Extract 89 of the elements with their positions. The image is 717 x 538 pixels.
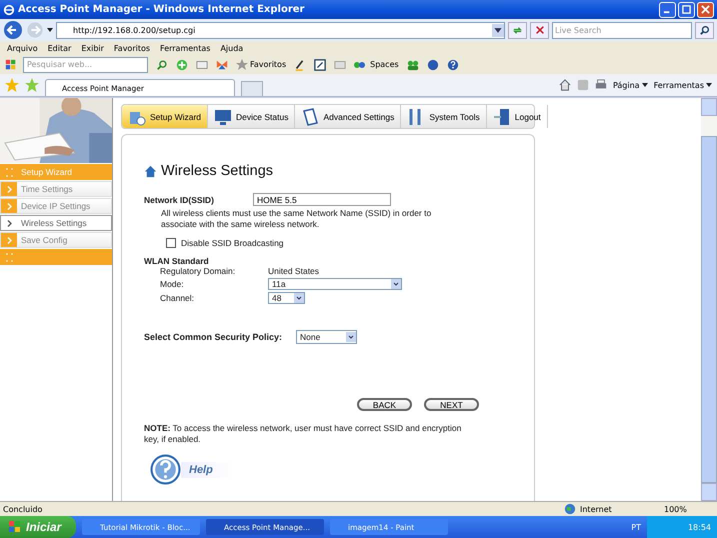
dropdown-icon	[294, 293, 304, 303]
field-label: Select Common Security Policy:	[144, 332, 284, 342]
menu-item[interactable]: Ajuda	[220, 44, 244, 52]
domain-value: United States	[268, 266, 320, 276]
zoom-button[interactable]: 100%	[664, 504, 714, 514]
section-heading: WLAN Standard	[144, 256, 210, 266]
search-placeholder: Live Search	[555, 26, 602, 34]
menu-item[interactable]: Editar	[48, 44, 72, 52]
caret-icon[interactable]	[47, 28, 53, 32]
wizard-button[interactable]: BACK	[357, 398, 412, 411]
wizard-button[interactable]: NEXT	[424, 398, 479, 411]
dots-icon	[6, 168, 12, 176]
home-icon	[144, 164, 157, 178]
zone-text: Internet	[580, 504, 613, 514]
search-icon	[699, 24, 710, 36]
chevron-icon	[6, 202, 12, 210]
minimize-button[interactable]	[659, 2, 676, 18]
favorites-button[interactable]: Favoritos	[236, 58, 286, 70]
url-text: http://192.168.0.200/setup.cgi	[73, 26, 196, 34]
door-icon	[492, 108, 511, 126]
security-select[interactable]: None	[296, 330, 357, 344]
nav-tab[interactable]: Setup Wizard	[122, 105, 208, 128]
search-button[interactable]	[695, 22, 714, 38]
home-icon[interactable]	[558, 79, 571, 91]
globe-icon	[564, 503, 576, 515]
menu-item[interactable]: Favoritos	[114, 44, 150, 52]
stop-button[interactable]	[530, 22, 549, 38]
printer-icon[interactable]	[594, 79, 607, 91]
butterfly-icon[interactable]	[216, 58, 228, 70]
circle-icon[interactable]	[426, 58, 439, 70]
status-text: Concluido	[3, 504, 42, 514]
field-label: Mode:	[160, 279, 184, 289]
chevron-icon	[6, 186, 12, 192]
star-icon[interactable]	[5, 78, 19, 92]
dropdown-icon	[346, 332, 356, 342]
broadcast-checkbox[interactable]: Disable SSID Broadcasting	[166, 238, 534, 248]
dropdown-icon	[391, 279, 401, 289]
field-label: Network ID(SSID)	[144, 194, 215, 204]
address-field[interactable]: http://192.168.0.200/setup.cgi	[56, 22, 505, 38]
refresh-icon	[512, 24, 523, 36]
browser-logo-icon	[3, 4, 15, 16]
help-icon[interactable]	[446, 58, 459, 70]
caret-icon	[642, 83, 648, 87]
mail-icon[interactable]	[334, 58, 346, 70]
caret-icon	[706, 83, 712, 87]
dropdown-icon[interactable]	[492, 24, 504, 36]
chevron-icon	[6, 220, 12, 226]
note-text: NOTE: To access the wireless network, user must have correct SSID and encryption key, if enabled.	[144, 423, 462, 445]
people-icon[interactable]	[406, 58, 419, 70]
menu-item[interactable]: Ferramentas	[160, 44, 210, 52]
page-heading: Wireless Settings	[161, 163, 274, 179]
back-button[interactable]	[3, 20, 23, 40]
help-icon[interactable]	[150, 454, 181, 485]
search-icon[interactable]	[156, 58, 168, 70]
close-icon	[534, 25, 544, 35]
plus-icon[interactable]	[176, 58, 188, 70]
field-label: Channel:	[160, 293, 194, 303]
channel-select[interactable]: 48	[268, 292, 305, 304]
page-icon	[301, 108, 320, 126]
close-icon	[701, 5, 710, 14]
command-button[interactable]: Ferramentas	[654, 80, 712, 90]
maximize-button[interactable]	[678, 2, 695, 18]
maximize-icon	[682, 5, 691, 14]
clock: 18:54	[688, 522, 711, 532]
windows-flag-icon	[8, 520, 22, 534]
nav-tab[interactable]: Device Status	[208, 105, 296, 128]
menu-item[interactable]: Exibir	[81, 44, 104, 52]
language-indicator[interactable]: PT	[631, 522, 641, 532]
command-button[interactable]: Página	[612, 80, 648, 90]
edit-icon[interactable]	[314, 58, 326, 70]
nav-tab[interactable]: Logout	[486, 105, 548, 128]
web-search-placeholder: Pesquisar web...	[27, 60, 92, 69]
hint-text: All wireless clients must use the same Network Name (SSID) in order to associate with the same wireless network.	[161, 208, 432, 230]
window-title: Access Point Manager - Windows Internet Explorer	[18, 4, 306, 15]
chevron-icon	[6, 236, 12, 244]
monitor-icon	[214, 108, 232, 126]
field-label: Regulatory Domain:	[160, 266, 236, 276]
nav-tab[interactable]: Advanced Settings	[295, 105, 402, 128]
star-icon	[236, 58, 248, 70]
menu-item[interactable]: Arquivo	[7, 44, 38, 52]
dots-icon	[6, 252, 12, 262]
window-icon[interactable]	[196, 58, 208, 70]
nav-tab[interactable]: System Tools	[401, 105, 487, 128]
windows-flag-icon[interactable]	[5, 58, 17, 70]
sidebar-item[interactable]: Wireless Settings	[0, 215, 112, 231]
ssid-field[interactable]: HOME 5.5	[253, 193, 391, 206]
spaces-button[interactable]: Spaces	[354, 60, 399, 70]
close-button[interactable]	[697, 2, 714, 18]
mode-select[interactable]: 11a	[268, 278, 402, 290]
